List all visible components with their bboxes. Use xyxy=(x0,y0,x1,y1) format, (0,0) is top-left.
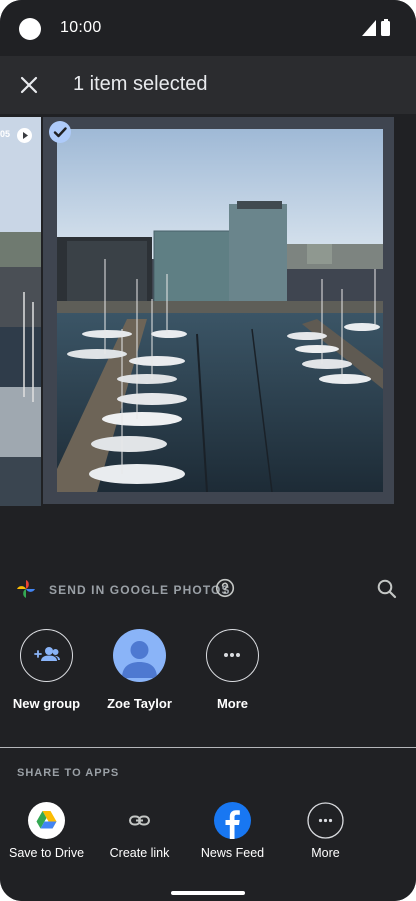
avatar xyxy=(113,629,166,682)
play-icon xyxy=(17,128,32,143)
send-in-google-photos-row: SEND IN GOOGLE PHOTOS xyxy=(0,566,416,612)
previous-photo-duration: 05 xyxy=(0,129,11,139)
app-more[interactable]: More xyxy=(279,802,372,866)
home-gesture-bar[interactable] xyxy=(171,891,245,895)
google-photos-icon xyxy=(17,580,35,598)
close-icon xyxy=(20,76,38,94)
contact-label: Zoe Taylor xyxy=(107,696,172,711)
camera-cutout xyxy=(19,18,41,40)
app-bar: 1 item selected xyxy=(0,56,416,114)
contact-zoe-taylor[interactable]: Zoe Taylor xyxy=(93,626,189,721)
divider xyxy=(0,747,416,748)
app-label: News Feed xyxy=(200,846,265,860)
app-label: More xyxy=(311,846,340,860)
app-save-to-drive[interactable]: Save to Drive xyxy=(0,802,93,866)
previous-photo-thumbnail[interactable]: 05 xyxy=(0,117,41,506)
previous-photo-image xyxy=(0,117,41,506)
search-icon[interactable] xyxy=(374,576,400,602)
person-avatar-icon xyxy=(122,641,157,678)
app-label: Create link xyxy=(109,846,170,860)
check-icon xyxy=(53,127,67,138)
page-title: 1 item selected xyxy=(73,73,208,95)
new-group-button[interactable]: New group xyxy=(0,626,96,721)
facebook-icon xyxy=(214,802,251,839)
contacts-row: New group Zoe Taylor More xyxy=(0,626,416,726)
help-icon[interactable] xyxy=(215,578,235,598)
app-create-link[interactable]: Create link xyxy=(93,802,186,866)
cell-signal-icon xyxy=(362,20,376,36)
share-to-apps-label: SHARE TO APPS xyxy=(17,767,120,779)
contact-label: New group xyxy=(12,696,81,711)
battery-icon xyxy=(381,19,390,36)
google-drive-icon xyxy=(28,802,65,839)
status-bar: 10:00 xyxy=(0,0,416,56)
status-time: 10:00 xyxy=(60,19,102,36)
contact-label: More xyxy=(216,696,249,711)
close-button[interactable] xyxy=(8,64,50,106)
phone-screen: 10:00 1 item selected 05 SEND IN GOOGLE … xyxy=(0,0,416,901)
more-horiz-icon xyxy=(307,802,344,839)
app-label: Save to Drive xyxy=(8,846,85,860)
more-contacts-button[interactable]: More xyxy=(186,626,282,721)
more-horiz-icon xyxy=(224,653,240,657)
selected-check-badge[interactable] xyxy=(49,121,71,143)
send-section-label: SEND IN GOOGLE PHOTOS xyxy=(49,583,231,597)
new-group-circle xyxy=(20,629,73,682)
link-icon xyxy=(129,815,150,826)
share-apps-row: Save to Drive Create link News Feed More xyxy=(0,802,416,872)
app-news-feed[interactable]: News Feed xyxy=(186,802,279,866)
selected-photo[interactable] xyxy=(57,129,383,492)
add-group-icon xyxy=(34,647,60,661)
more-contacts-circle xyxy=(206,629,259,682)
